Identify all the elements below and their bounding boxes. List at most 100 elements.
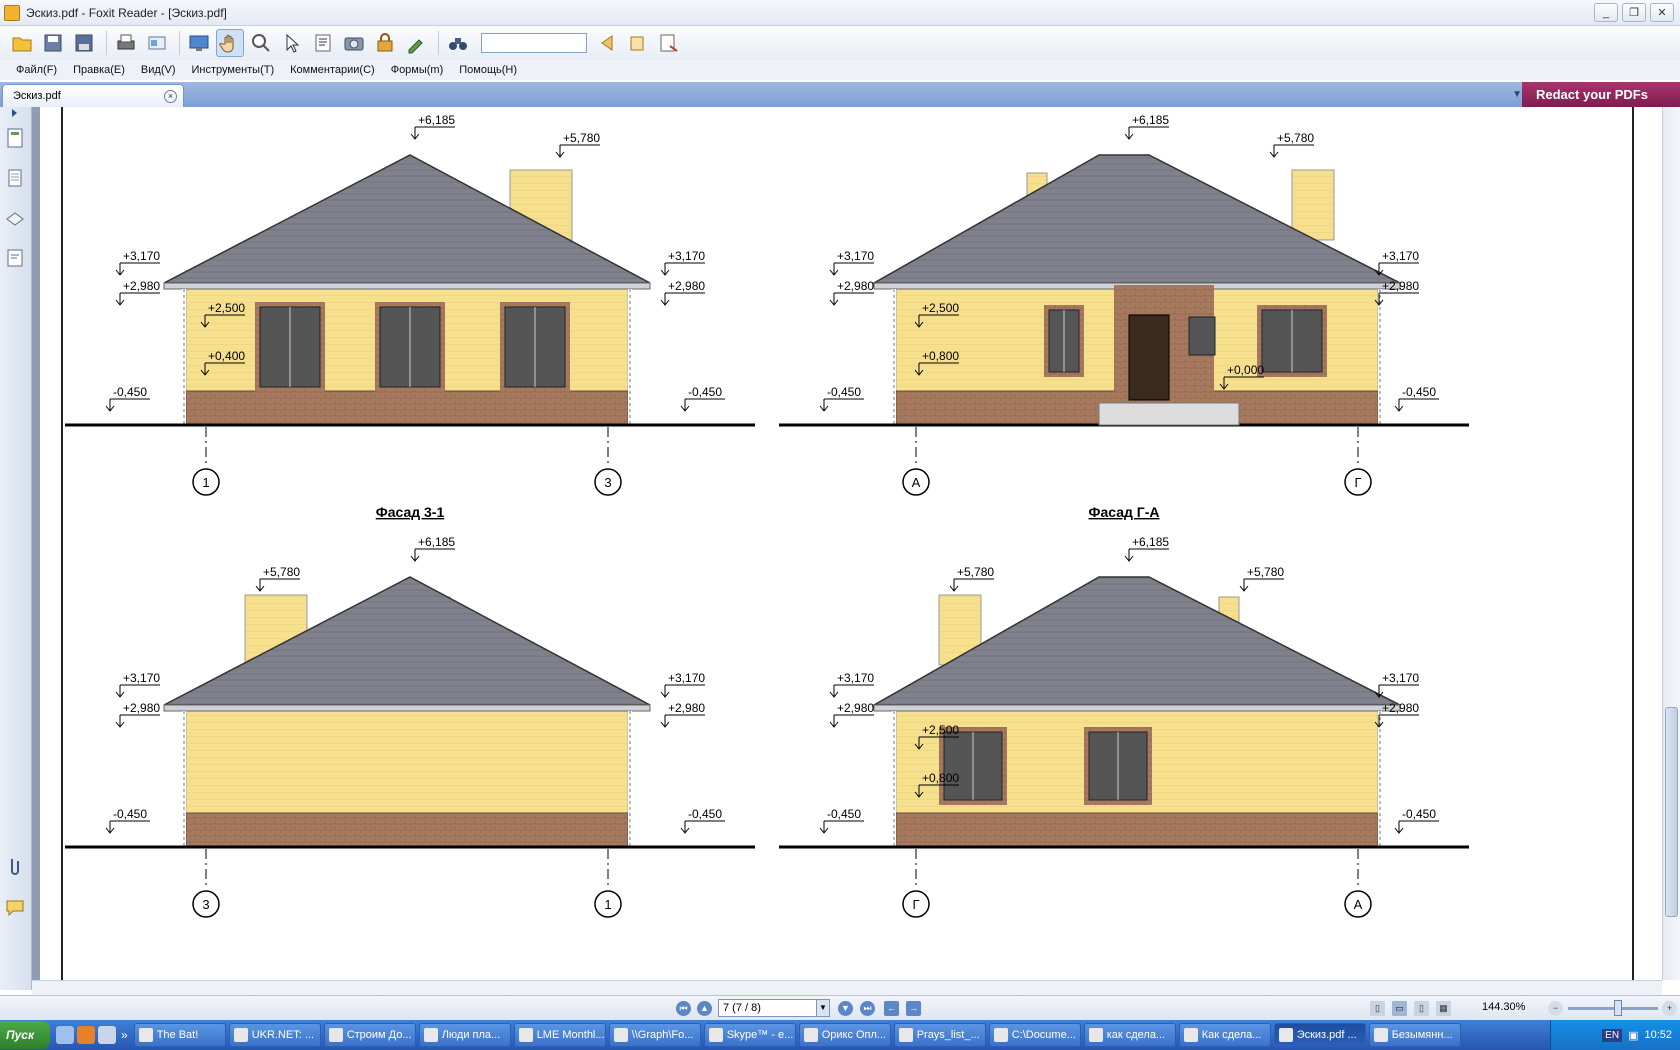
- tab-list-chevron-icon[interactable]: ▼: [1512, 89, 1522, 100]
- vertical-scroll-thumb[interactable]: [1665, 707, 1678, 917]
- menu-tools[interactable]: Инструменты(T): [184, 64, 283, 76]
- menu-help[interactable]: Помощь(H): [451, 64, 525, 76]
- menu-view[interactable]: Вид(V): [133, 64, 184, 76]
- page-dropdown-icon[interactable]: ▼: [816, 1000, 829, 1016]
- properties-icon[interactable]: [143, 29, 171, 57]
- taskbar-button[interactable]: Орикс Опл...: [798, 1023, 891, 1047]
- taskbar-app-icon: [328, 1028, 343, 1042]
- single-page-view-icon[interactable]: ▯: [1370, 1001, 1385, 1016]
- quicklaunch-notepad-icon[interactable]: [98, 1026, 116, 1044]
- select-text-icon[interactable]: [309, 29, 337, 57]
- back-arrow-icon[interactable]: ←: [884, 1001, 899, 1016]
- print-icon[interactable]: [112, 29, 140, 57]
- search-input[interactable]: [481, 33, 587, 53]
- quicklaunch-ie-icon[interactable]: [56, 1026, 74, 1044]
- clock[interactable]: 10:52: [1644, 1029, 1672, 1041]
- menu-file[interactable]: Файл(F): [8, 64, 65, 76]
- next-page-icon[interactable]: ▼: [838, 1001, 853, 1016]
- first-page-icon[interactable]: ⏮: [676, 1001, 691, 1016]
- axis-label: 3: [202, 897, 209, 912]
- hand-tool-icon[interactable]: [216, 29, 244, 57]
- system-tray: EN ▣ 10:52: [1550, 1020, 1680, 1050]
- start-button[interactable]: Пуск: [0, 1021, 50, 1049]
- zoom-in-icon[interactable]: +: [1662, 1001, 1677, 1016]
- taskbar-button[interactable]: The Bat!: [133, 1023, 226, 1047]
- save-icon[interactable]: [39, 29, 67, 57]
- zoom-level[interactable]: 144.30%: [1482, 1001, 1525, 1013]
- taskbar-button[interactable]: Люди пла...: [418, 1023, 511, 1047]
- facade-drawing: Фасад 1-3+6,185+5,780+3,170+2,980+3,170+…: [65, 113, 1469, 918]
- select-arrow-icon[interactable]: [278, 29, 306, 57]
- zoom-out-icon[interactable]: −: [1548, 1001, 1563, 1016]
- last-page-icon[interactable]: ⏭: [860, 1001, 875, 1016]
- taskbar-button[interactable]: LME Monthl...: [513, 1023, 606, 1047]
- taskbar-button[interactable]: C:\Docume...: [988, 1023, 1081, 1047]
- rms-lock-icon[interactable]: [371, 29, 399, 57]
- elevation-ground-right: -0,450: [688, 385, 722, 399]
- taskbar-button[interactable]: \\Graph\Fo...: [608, 1023, 701, 1047]
- minimize-button[interactable]: _: [1594, 3, 1618, 22]
- layers-icon[interactable]: [4, 207, 26, 229]
- taskbar-app-icon: [898, 1028, 913, 1042]
- page-number-field[interactable]: 7 (7 / 8) ▼: [718, 999, 830, 1017]
- taskbar-button[interactable]: Строим До...: [323, 1023, 416, 1047]
- horizontal-scrollbar[interactable]: [32, 980, 1662, 995]
- taskbar-button[interactable]: UKR.NET: ...: [228, 1023, 321, 1047]
- elevation-ground-right: -0,450: [688, 807, 722, 821]
- taskbar-button-label: Люди пла...: [441, 1029, 501, 1041]
- find-previous-icon[interactable]: [593, 29, 621, 57]
- continuous-view-icon[interactable]: ▭: [1392, 1001, 1407, 1016]
- pages-icon[interactable]: [4, 167, 26, 189]
- taskbar-button[interactable]: Skype™ - e...: [703, 1023, 796, 1047]
- document-tab-label: Эскиз.pdf: [13, 90, 61, 102]
- taskbar-app-icon: [138, 1028, 153, 1042]
- quicklaunch-more-chevron-icon[interactable]: »: [121, 1028, 128, 1042]
- menu-edit[interactable]: Правка(E): [65, 64, 133, 76]
- roof: [163, 154, 651, 284]
- save-as-icon[interactable]: [70, 29, 98, 57]
- taskbar-button[interactable]: Безымянн...: [1368, 1023, 1461, 1047]
- document-tab[interactable]: Эскиз.pdf ×: [2, 84, 184, 107]
- pdf-page-view[interactable]: Фасад 1-3+6,185+5,780+3,170+2,980+3,170+…: [40, 107, 1662, 980]
- roof: [163, 576, 651, 706]
- plinth: [185, 812, 629, 848]
- taskbar-button[interactable]: как сдела...: [1083, 1023, 1176, 1047]
- fullscreen-icon[interactable]: [185, 29, 213, 57]
- taskbar-button[interactable]: Эскиз.pdf ...: [1273, 1023, 1366, 1047]
- taskbar-button[interactable]: Prays_list_...: [893, 1023, 986, 1047]
- comment-bubble-icon[interactable]: [4, 897, 26, 919]
- page-number-value: 7 (7 / 8): [723, 1002, 761, 1014]
- continuous-facing-view-icon[interactable]: ▦: [1436, 1001, 1451, 1016]
- menu-forms[interactable]: Формы(m): [383, 64, 452, 76]
- taskbar-button[interactable]: Как сдела...: [1178, 1023, 1271, 1047]
- typewriter-icon[interactable]: [402, 29, 430, 57]
- attachments-paperclip-icon[interactable]: [4, 855, 26, 877]
- forward-arrow-icon[interactable]: →: [906, 1001, 921, 1016]
- open-folder-icon[interactable]: [8, 29, 36, 57]
- elevation-sill: +0,800: [922, 349, 959, 363]
- quicklaunch-firefox-icon[interactable]: [77, 1026, 95, 1044]
- panel-splitter[interactable]: [32, 107, 40, 990]
- comments-list-icon[interactable]: [4, 247, 26, 269]
- close-tab-icon[interactable]: ×: [164, 90, 177, 103]
- find-binoculars-icon[interactable]: [444, 29, 472, 57]
- snapshot-icon[interactable]: [340, 29, 368, 57]
- restore-button[interactable]: ❐: [1622, 3, 1646, 22]
- language-indicator[interactable]: EN: [1602, 1028, 1623, 1042]
- elevation-eave-bottom-left: +2,980: [837, 701, 874, 715]
- zoom-slider[interactable]: [1568, 1007, 1658, 1010]
- facing-view-icon[interactable]: ▯: [1414, 1001, 1429, 1016]
- zoom-tool-icon[interactable]: [247, 29, 275, 57]
- tray-network-icon[interactable]: ▣: [1628, 1029, 1638, 1042]
- zoom-slider-thumb[interactable]: [1614, 1000, 1622, 1016]
- comment-tools-icon[interactable]: [655, 29, 683, 57]
- vertical-scrollbar[interactable]: [1662, 107, 1680, 980]
- expand-panel-arrow-icon[interactable]: [4, 107, 26, 119]
- redact-ad-banner[interactable]: Redact your PDFs: [1522, 82, 1680, 107]
- find-next-icon[interactable]: [624, 29, 652, 57]
- bookmarks-icon[interactable]: [4, 127, 26, 149]
- taskbar-button-label: Безымянн...: [1391, 1029, 1453, 1041]
- previous-page-icon[interactable]: ▲: [697, 1001, 712, 1016]
- close-button[interactable]: ✕: [1650, 3, 1674, 22]
- menu-comments[interactable]: Комментарии(C): [282, 64, 383, 76]
